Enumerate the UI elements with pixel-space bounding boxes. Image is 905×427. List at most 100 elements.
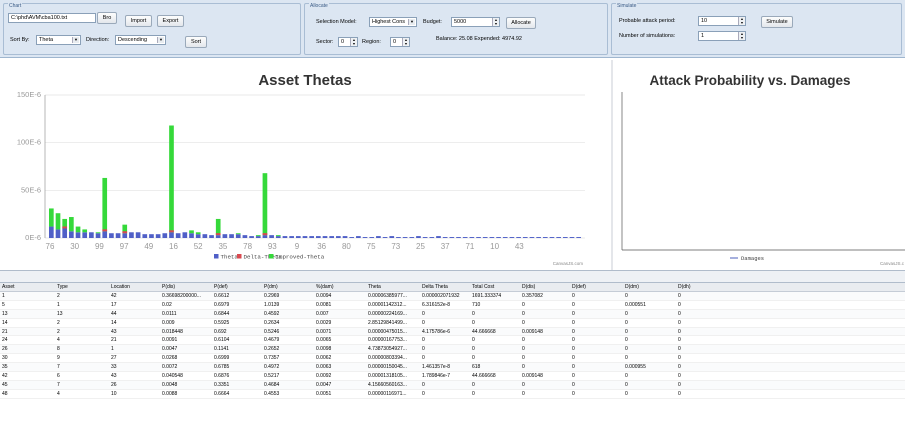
table-cell: 0.6664 xyxy=(214,390,230,397)
table-cell: 0.0094 xyxy=(316,293,332,299)
theta-bar xyxy=(436,236,441,238)
improved-theta-bar xyxy=(95,232,101,234)
region-spinner[interactable]: 0 ▲ ▼ xyxy=(390,37,410,47)
column-header[interactable]: Asset xyxy=(0,283,55,291)
theta-bar xyxy=(476,237,481,238)
allocate-button[interactable]: Allocate xyxy=(506,17,536,29)
column-header[interactable]: %(dam) xyxy=(314,283,366,291)
table-cell: 0.02 xyxy=(162,301,172,308)
table-cell: 44 xyxy=(111,310,117,317)
theta-bar xyxy=(169,232,174,238)
table-row[interactable]: 26 8 1 0.0047 0.1141 0.2652 0.0098 4.7387305492… xyxy=(0,345,905,355)
table-cell: 618 xyxy=(472,364,481,371)
chevron-down-icon[interactable]: ▼ xyxy=(157,37,164,43)
table-cell: 0 xyxy=(678,364,681,371)
canvasjs-credit[interactable]: CanvasJS.c xyxy=(880,261,905,266)
x-tick-label: 73 xyxy=(391,242,400,251)
spinner-arrows-icon[interactable]: ▲ ▼ xyxy=(492,18,499,26)
column-header[interactable]: P(dis) xyxy=(160,283,212,291)
column-header[interactable]: Type xyxy=(55,283,109,291)
table-cell: 0 xyxy=(625,328,628,335)
table-row[interactable]: 13 13 44 0.0111 0.6844 0.4592 0.007 0.000002241… xyxy=(0,309,905,319)
spinner-arrows-icon[interactable]: ▲ ▼ xyxy=(738,32,745,40)
x-tick-label: 75 xyxy=(367,242,376,251)
delta-theta-bar xyxy=(62,226,68,229)
column-header[interactable]: Location xyxy=(109,283,160,291)
table-row[interactable]: 24 4 21 0.0091 0.6104 0.4679 0.0065 0.000001677… xyxy=(0,336,905,346)
delta-theta-bar xyxy=(102,229,108,232)
table-cell: 0 xyxy=(572,301,575,308)
table-cell: 21 xyxy=(111,337,117,344)
spinner-arrows-icon[interactable]: ▲ ▼ xyxy=(350,38,357,46)
column-header[interactable]: Theta xyxy=(366,283,420,291)
sort-by-select[interactable]: Theta ▼ xyxy=(36,35,81,45)
table-row[interactable]: 14 2 14 0.009 0.5925 0.2634 0.0029 2.8512984149… xyxy=(0,319,905,328)
column-header[interactable]: D(dm) xyxy=(623,283,676,291)
table-row[interactable]: 48 4 10 0.0088 0.6664 0.4553 0.0051 0.000001169… xyxy=(0,390,905,399)
table-cell: 0 xyxy=(678,319,681,326)
table-row[interactable]: 5 1 17 0.02 0.6979 1.0139 0.0081 0.00001142312.… xyxy=(0,301,905,310)
theta-bar xyxy=(195,234,201,238)
table-cell: 45 xyxy=(2,381,8,388)
table-cell: 0.5246 xyxy=(264,328,280,335)
table-cell: 13 xyxy=(2,310,8,317)
sector-spinner[interactable]: 0 ▲ ▼ xyxy=(338,37,358,47)
spinner-arrows-icon[interactable]: ▲ ▼ xyxy=(402,38,409,46)
column-header[interactable]: Delta Theta xyxy=(420,283,470,291)
column-header[interactable]: D(dis) xyxy=(520,283,570,291)
browse-button[interactable]: Bro xyxy=(97,12,117,24)
legend[interactable]: Theta Delta-ThetaImproved-Theta xyxy=(214,254,325,261)
sort-button[interactable]: Sort xyxy=(185,36,207,48)
table-cell: 0 xyxy=(572,328,575,335)
file-path-field[interactable]: C:\phd\AVM\cba100.txt xyxy=(8,13,96,23)
column-header[interactable]: D(def) xyxy=(570,283,623,291)
table-cell: 0 xyxy=(572,319,575,326)
import-button[interactable]: Import xyxy=(125,15,152,27)
table-cell: 0.0063 xyxy=(316,364,332,371)
budget-spinner[interactable]: 5000 ▲ ▼ xyxy=(451,17,500,27)
table-cell: 0 xyxy=(572,390,575,397)
spinner-arrows-icon[interactable]: ▲ ▼ xyxy=(738,17,745,25)
improved-theta-bar xyxy=(49,208,54,227)
theta-bar xyxy=(389,236,395,238)
export-button[interactable]: Export xyxy=(157,15,184,27)
chevron-down-icon[interactable]: ▼ xyxy=(72,37,79,43)
x-tick-label: 16 xyxy=(169,242,178,251)
table-cell: 0.009 xyxy=(162,319,175,326)
num-sims-spinner[interactable]: 1 ▲ ▼ xyxy=(698,31,746,41)
canvasjs-credit[interactable]: CanvasJS.com xyxy=(553,261,584,266)
legend-label[interactable]: Damages xyxy=(741,255,764,262)
column-header[interactable]: Total Cost xyxy=(470,283,520,291)
table-cell: 0.00000475015... xyxy=(368,328,407,335)
table-cell: 0.00006385977... xyxy=(368,293,407,299)
table-cell: 0 xyxy=(678,390,681,397)
table-row[interactable]: 30 9 27 0.0268 0.6999 0.7357 0.0062 0.000008033… xyxy=(0,354,905,364)
budget-value: 5000 xyxy=(454,19,467,25)
table-row[interactable]: 45 7 26 0.0048 0.3351 0.4684 0.0047 4.156605601… xyxy=(0,380,905,390)
table-cell: 4.73873054927... xyxy=(368,346,407,353)
theta-bar xyxy=(129,232,134,238)
column-header[interactable]: D(dh) xyxy=(676,283,905,291)
column-header[interactable]: P(def) xyxy=(212,283,262,291)
simulate-button[interactable]: Simulate xyxy=(761,16,793,28)
theta-bar xyxy=(336,236,341,238)
theta-bar xyxy=(342,236,348,238)
table-row[interactable]: 42 6 43 0.040548 0.6876 0.5217 0.0092 0.0000131… xyxy=(0,372,905,381)
panel-splitter[interactable] xyxy=(0,270,905,283)
attack-period-spinner[interactable]: 10 ▲ ▼ xyxy=(698,16,746,26)
theta-bar xyxy=(489,237,495,238)
table-row[interactable]: 1 2 42 0.36698200000... 0.6612 0.2969 0.0094 0.… xyxy=(0,292,905,301)
theta-bar xyxy=(536,237,541,238)
legend-label[interactable]: Improved-Theta xyxy=(276,254,325,261)
chevron-down-icon[interactable]: ▼ xyxy=(408,19,415,25)
table-row[interactable]: 35 7 33 0.0072 0.6785 0.4972 0.0063 0.000001500… xyxy=(0,363,905,373)
column-header[interactable]: P(dm) xyxy=(262,283,314,291)
legend-label[interactable]: Theta xyxy=(221,254,239,261)
selection-model-select[interactable]: Highest Cons ▼ xyxy=(369,17,417,27)
theta-bar xyxy=(402,237,408,238)
theta-bar xyxy=(362,237,368,238)
table-cell: 10 xyxy=(111,390,117,397)
theta-bar xyxy=(396,237,401,238)
table-row[interactable]: 21 2 43 0.018448 0.692 0.5246 0.0071 0.00000475… xyxy=(0,327,905,337)
direction-select[interactable]: Descending ▼ xyxy=(115,35,166,45)
